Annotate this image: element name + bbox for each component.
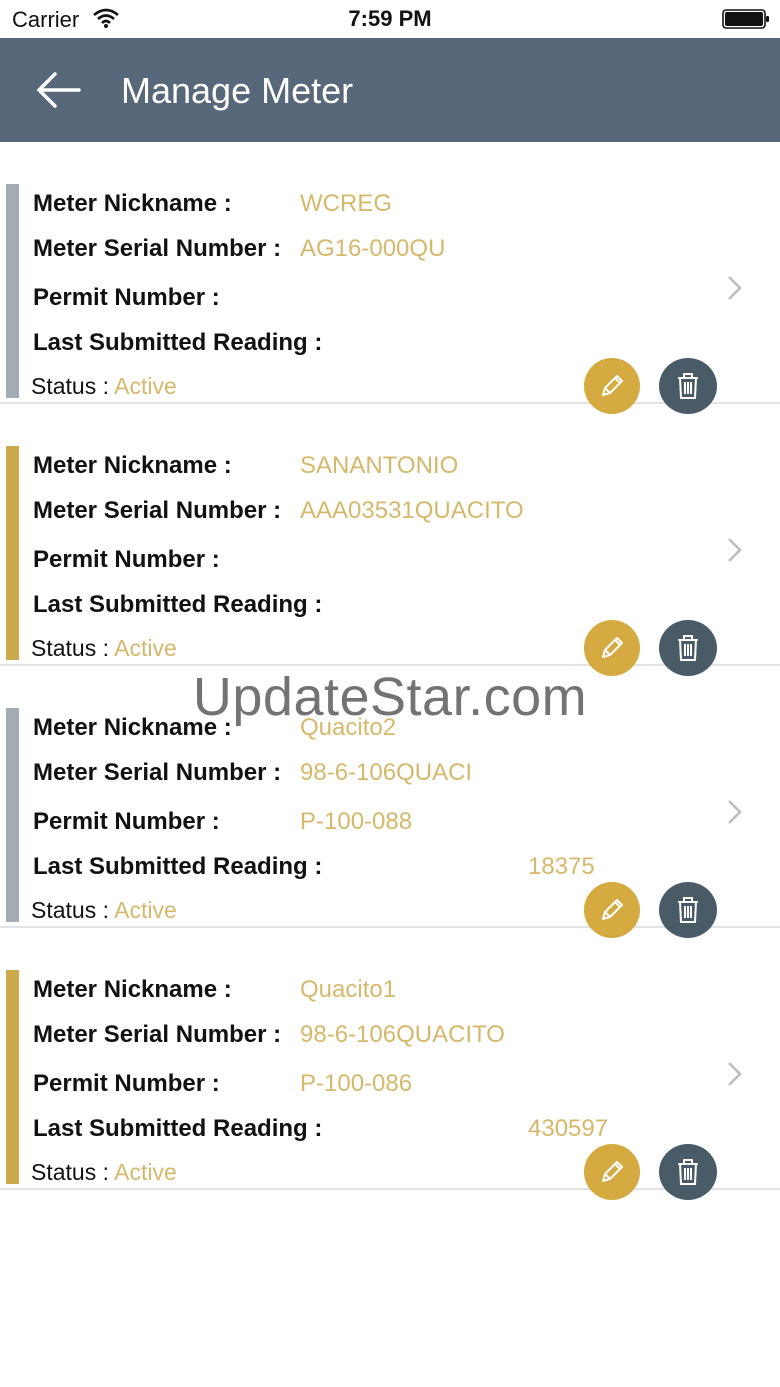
- nickname-label: Meter Nickname :: [33, 714, 232, 741]
- permit-label: Permit Number :: [33, 284, 220, 311]
- accent-bar: [6, 446, 19, 660]
- reading-label: Last Submitted Reading :: [33, 329, 323, 356]
- trash-icon: [678, 635, 698, 661]
- permit-label: Permit Number :: [33, 546, 220, 573]
- pencil-icon: [602, 899, 623, 920]
- meter-card[interactable]: Meter Nickname : SANANTONIO Meter Serial…: [0, 404, 780, 676]
- status-row: Status : Active: [31, 897, 177, 924]
- meter-card[interactable]: Meter Nickname : Quacito2 Meter Serial N…: [0, 666, 780, 938]
- accent-bar: [6, 708, 19, 922]
- reading-label: Last Submitted Reading :: [33, 591, 323, 618]
- accent-bar: [6, 184, 19, 398]
- trash-icon: [678, 897, 698, 923]
- nickname-value: Quacito1: [300, 976, 397, 1003]
- serial-value: 98-6-106QUACITO: [300, 1021, 505, 1048]
- nickname-value: WCREG: [300, 190, 392, 217]
- serial-label: Meter Serial Number :: [33, 235, 282, 262]
- serial-label: Meter Serial Number :: [33, 497, 282, 524]
- permit-label: Permit Number :: [33, 1070, 220, 1097]
- serial-value: 98-6-106QUACI: [300, 759, 473, 786]
- page-title: Manage Meter: [121, 70, 354, 111]
- serial-label: Meter Serial Number :: [33, 1021, 282, 1048]
- status-time: 7:59 PM: [348, 6, 432, 31]
- meter-card[interactable]: Meter Nickname : WCREG Meter Serial Numb…: [0, 142, 780, 414]
- reading-label: Last Submitted Reading :: [33, 853, 323, 880]
- status-row: Status : Active: [31, 1159, 177, 1186]
- trash-icon: [678, 373, 698, 399]
- reading-value: 430597: [528, 1115, 609, 1142]
- nickname-label: Meter Nickname :: [33, 976, 232, 1003]
- reading-value: 18375: [528, 853, 595, 880]
- pencil-icon: [602, 637, 623, 658]
- status-value: Active: [114, 1159, 177, 1185]
- serial-value: AAA03531QUACITO: [300, 497, 524, 524]
- edit-button[interactable]: [584, 1144, 640, 1200]
- arrow-left-icon: [37, 72, 81, 108]
- chevron-right-icon: [728, 276, 742, 300]
- permit-label: Permit Number :: [33, 808, 220, 835]
- status-label: Status :: [31, 897, 109, 923]
- meter-card[interactable]: Meter Nickname : Quacito1 Meter Serial N…: [0, 928, 780, 1200]
- status-bar: Carrier 7:59 PM: [0, 0, 780, 38]
- status-value: Active: [114, 897, 177, 923]
- permit-value: P-100-088: [300, 808, 413, 835]
- serial-value: AG16-000QU: [300, 235, 446, 262]
- back-button[interactable]: [28, 62, 88, 118]
- status-label: Status :: [31, 373, 109, 399]
- nickname-value: Quacito2: [300, 714, 397, 741]
- nickname-label: Meter Nickname :: [33, 190, 232, 217]
- status-value: Active: [114, 635, 177, 661]
- nickname-label: Meter Nickname :: [33, 452, 232, 479]
- pencil-icon: [602, 1161, 623, 1182]
- chevron-right-icon: [728, 1062, 742, 1086]
- battery-icon: [722, 9, 769, 29]
- chevron-right-icon: [728, 538, 742, 562]
- chevron-right-icon: [728, 800, 742, 824]
- trash-icon: [678, 1159, 698, 1185]
- permit-value: P-100-086: [300, 1070, 413, 1097]
- meter-list: Meter Nickname : WCREG Meter Serial Numb…: [0, 142, 780, 1200]
- accent-bar: [6, 970, 19, 1184]
- status-row: Status : Active: [31, 635, 177, 662]
- delete-button[interactable]: [659, 1144, 717, 1200]
- navigation-bar: Manage Meter: [0, 38, 780, 142]
- status-row: Status : Active: [31, 373, 177, 400]
- pencil-icon: [602, 375, 623, 396]
- status-label: Status :: [31, 1159, 109, 1185]
- status-label: Status :: [31, 635, 109, 661]
- reading-label: Last Submitted Reading :: [33, 1115, 323, 1142]
- status-value: Active: [114, 373, 177, 399]
- serial-label: Meter Serial Number :: [33, 759, 282, 786]
- nickname-value: SANANTONIO: [300, 452, 459, 479]
